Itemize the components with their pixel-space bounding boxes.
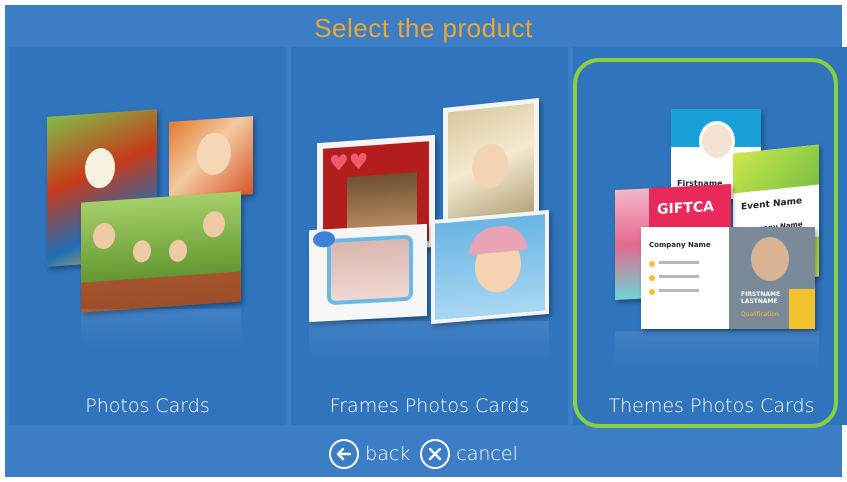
woman-photo	[169, 116, 253, 200]
girl-winter-photo	[431, 209, 549, 325]
arrow-left-icon	[329, 438, 360, 469]
cancel-button[interactable]: cancel	[420, 438, 518, 469]
heart-icon: ♥♥	[329, 149, 369, 178]
product-label: Frames Photos Cards	[329, 395, 530, 417]
page-title: Select the product	[314, 13, 533, 43]
baby-frame-photo	[309, 223, 427, 323]
close-icon	[420, 438, 451, 469]
cancel-label: cancel	[456, 442, 518, 465]
back-button[interactable]: back	[329, 438, 411, 469]
family-photo	[81, 191, 241, 313]
reflection	[309, 321, 549, 361]
selection-highlight	[573, 58, 838, 428]
back-label: back	[365, 442, 411, 465]
product-label: Photos Cards	[85, 395, 210, 417]
product-photos-cards[interactable]: Photos Cards	[9, 47, 286, 425]
reflection	[81, 309, 241, 349]
wedding-photo	[443, 97, 539, 227]
product-frames-photos-cards[interactable]: ♥♥ Frames Photos Cards	[291, 47, 568, 425]
footer-bar: back cancel	[5, 430, 842, 477]
